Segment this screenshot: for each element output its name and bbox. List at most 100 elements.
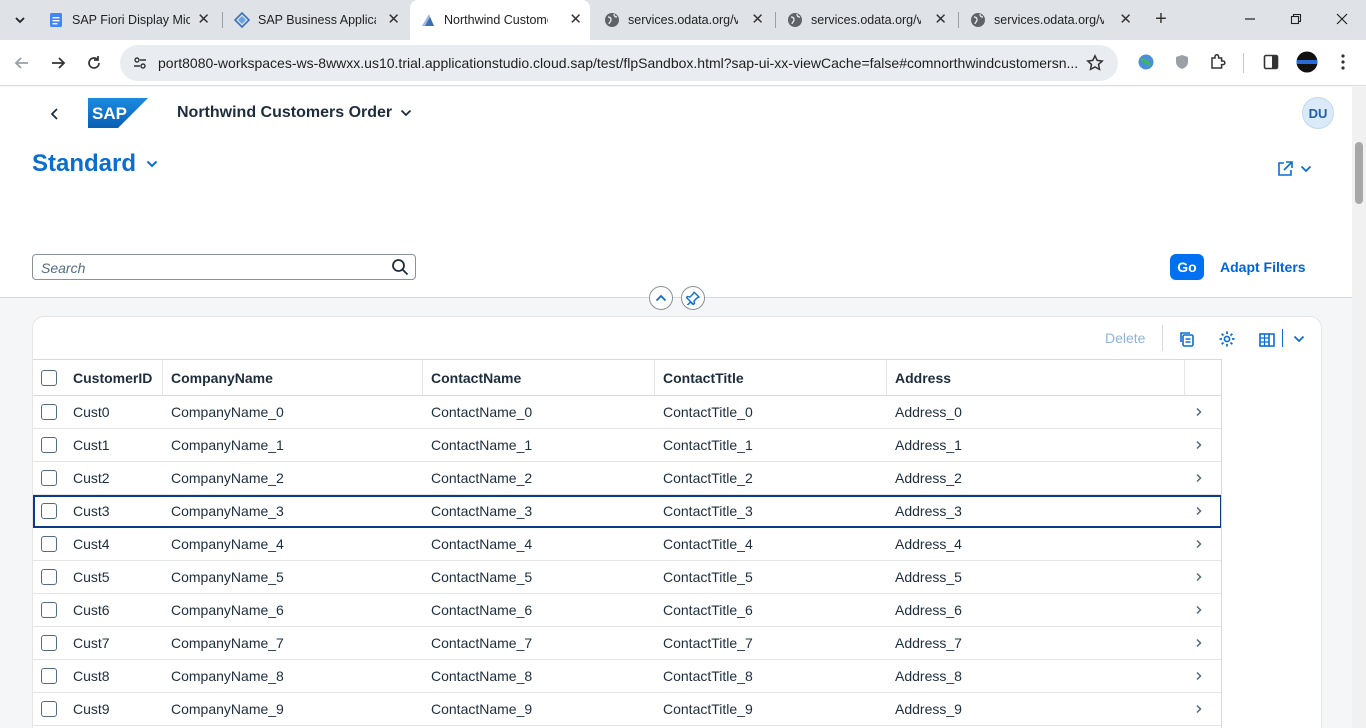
select-all-checkbox[interactable] xyxy=(41,369,57,386)
window-close-button[interactable] xyxy=(1330,8,1354,32)
table-row[interactable]: Cust0 CompanyName_0 ContactName_0 ContactTi… xyxy=(33,396,1222,429)
back-button[interactable] xyxy=(8,49,36,77)
share-button[interactable] xyxy=(1276,160,1312,178)
cell-address: Address_1 xyxy=(895,437,962,453)
bookmark-star-icon[interactable] xyxy=(1086,54,1104,77)
table-row[interactable]: Cust6 CompanyName_6 ContactName_6 ContactTi… xyxy=(33,594,1222,627)
reload-icon xyxy=(88,56,100,69)
row-select-checkbox[interactable] xyxy=(41,701,57,717)
browser-tab-4[interactable]: services.odata.org/v4 ✕ xyxy=(777,6,955,34)
row-select-checkbox[interactable] xyxy=(41,635,57,651)
minimize-icon xyxy=(1245,18,1255,20)
cell-contactname: ContactName_2 xyxy=(431,470,533,486)
browser-tab-1[interactable]: SAP Business Application ✕ xyxy=(224,6,408,34)
user-avatar[interactable]: DU xyxy=(1302,97,1334,129)
table-row[interactable]: Cust2 CompanyName_2 ContactName_2 ContactTi… xyxy=(33,462,1222,495)
svg-text:SAP: SAP xyxy=(92,104,127,123)
new-tab-button[interactable]: + xyxy=(1150,8,1172,32)
extension-shield-icon[interactable] xyxy=(1171,51,1193,73)
restore-button[interactable] xyxy=(1284,8,1308,32)
page-scrollbar[interactable] xyxy=(1352,87,1366,728)
table-row[interactable]: Cust3 CompanyName_3 ContactName_3 ContactTi… xyxy=(33,495,1222,528)
column-header-companyname[interactable]: CompanyName xyxy=(163,360,423,395)
extension-globe-icon[interactable] xyxy=(1135,51,1157,73)
tab-search-button[interactable] xyxy=(8,8,32,32)
chevron-right-icon[interactable] xyxy=(1195,594,1203,626)
extensions-puzzle-icon[interactable] xyxy=(1207,51,1229,73)
copy-button[interactable] xyxy=(1176,328,1198,350)
chevron-right-icon[interactable] xyxy=(1195,462,1203,494)
row-select-checkbox[interactable] xyxy=(41,569,57,585)
chevron-right-icon[interactable] xyxy=(1195,561,1203,593)
cell-address: Address_9 xyxy=(895,701,962,717)
minimize-button[interactable] xyxy=(1238,8,1262,32)
row-select-checkbox[interactable] xyxy=(41,470,57,486)
table-row[interactable]: Cust4 CompanyName_4 ContactName_4 ContactTi… xyxy=(33,528,1222,561)
cell-contactname: ContactName_7 xyxy=(431,635,533,651)
chevron-right-icon[interactable] xyxy=(1195,660,1203,692)
variant-selector[interactable]: Standard xyxy=(32,150,158,178)
close-icon[interactable]: ✕ xyxy=(387,12,400,28)
browser-tab-5[interactable]: services.odata.org/v4 ✕ xyxy=(960,6,1140,34)
row-select-checkbox[interactable] xyxy=(41,404,57,420)
chevron-right-icon[interactable] xyxy=(1195,495,1203,527)
arrow-right-icon xyxy=(52,57,66,69)
collapse-header-button[interactable] xyxy=(649,286,673,310)
chevron-right-icon[interactable] xyxy=(1195,693,1203,725)
search-icon[interactable] xyxy=(391,258,409,281)
close-icon[interactable]: ✕ xyxy=(934,12,947,28)
row-select-checkbox[interactable] xyxy=(41,536,57,552)
chevron-right-icon[interactable] xyxy=(1195,528,1203,560)
table-row[interactable]: Cust7 CompanyName_7 ContactName_7 ContactTi… xyxy=(33,627,1222,660)
close-icon[interactable]: ✕ xyxy=(569,12,582,28)
tab-label: SAP Fiori Display Micro xyxy=(72,13,190,27)
export-button[interactable] xyxy=(1256,328,1278,350)
go-button[interactable]: Go xyxy=(1170,254,1204,280)
forward-button[interactable] xyxy=(44,49,72,77)
search-field[interactable] xyxy=(32,254,416,280)
search-input[interactable] xyxy=(41,259,381,277)
cell-customerid: Cust9 xyxy=(73,701,110,717)
shell-back-button[interactable] xyxy=(45,104,65,124)
pin-icon xyxy=(686,291,700,305)
row-select-checkbox[interactable] xyxy=(41,437,57,453)
row-select-checkbox[interactable] xyxy=(41,503,57,519)
browser-tab-0[interactable]: SAP Fiori Display Micro ✕ xyxy=(38,6,218,34)
site-settings-icon[interactable] xyxy=(132,55,148,76)
app-title-menu[interactable]: Northwind Customers Order xyxy=(177,104,412,122)
close-icon[interactable]: ✕ xyxy=(751,12,764,28)
column-header-contacttitle[interactable]: ContactTitle xyxy=(655,360,887,395)
sap-logo[interactable]: SAP xyxy=(88,98,148,133)
scrollbar-thumb[interactable] xyxy=(1355,142,1363,204)
pin-header-button[interactable] xyxy=(681,286,705,310)
table-row[interactable]: Cust8 CompanyName_8 ContactName_8 ContactTi… xyxy=(33,660,1222,693)
globe-icon xyxy=(604,12,620,28)
column-header-contactname[interactable]: ContactName xyxy=(423,360,655,395)
reload-button[interactable] xyxy=(80,49,108,77)
table-row[interactable]: Cust5 CompanyName_5 ContactName_5 ContactTi… xyxy=(33,561,1222,594)
table-row[interactable]: Cust9 CompanyName_9 ContactName_9 ContactTi… xyxy=(33,693,1222,726)
chevron-right-icon[interactable] xyxy=(1195,429,1203,461)
adapt-filters-button[interactable]: Adapt Filters xyxy=(1220,259,1306,275)
cell-companyname: CompanyName_1 xyxy=(171,437,284,453)
row-select-checkbox[interactable] xyxy=(41,668,57,684)
cell-customerid: Cust2 xyxy=(73,470,110,486)
table-row[interactable]: Cust1 CompanyName_1 ContactName_1 ContactTi… xyxy=(33,429,1222,462)
row-select-checkbox[interactable] xyxy=(41,602,57,618)
side-panel-icon[interactable] xyxy=(1260,51,1282,73)
profile-avatar-icon[interactable] xyxy=(1296,51,1318,73)
chevron-right-icon[interactable] xyxy=(1195,396,1203,428)
column-header-customerid[interactable]: CustomerID xyxy=(65,360,163,395)
delete-button[interactable]: Delete xyxy=(1105,330,1145,346)
column-header-address[interactable]: Address xyxy=(887,360,1185,395)
address-bar[interactable]: port8080-workspaces-ws-8wwxx.us10.trial.… xyxy=(120,45,1118,81)
export-menu-button[interactable] xyxy=(1288,328,1310,350)
restore-icon xyxy=(1290,13,1302,25)
table-settings-button[interactable] xyxy=(1216,328,1238,350)
browser-tab-2[interactable]: Northwind Customers ✕ xyxy=(410,0,590,40)
browser-menu-icon[interactable] xyxy=(1332,51,1354,73)
chevron-right-icon[interactable] xyxy=(1195,627,1203,659)
close-icon[interactable]: ✕ xyxy=(197,12,210,28)
close-icon[interactable]: ✕ xyxy=(1119,12,1132,28)
browser-tab-3[interactable]: services.odata.org/v4 ✕ xyxy=(594,6,772,34)
